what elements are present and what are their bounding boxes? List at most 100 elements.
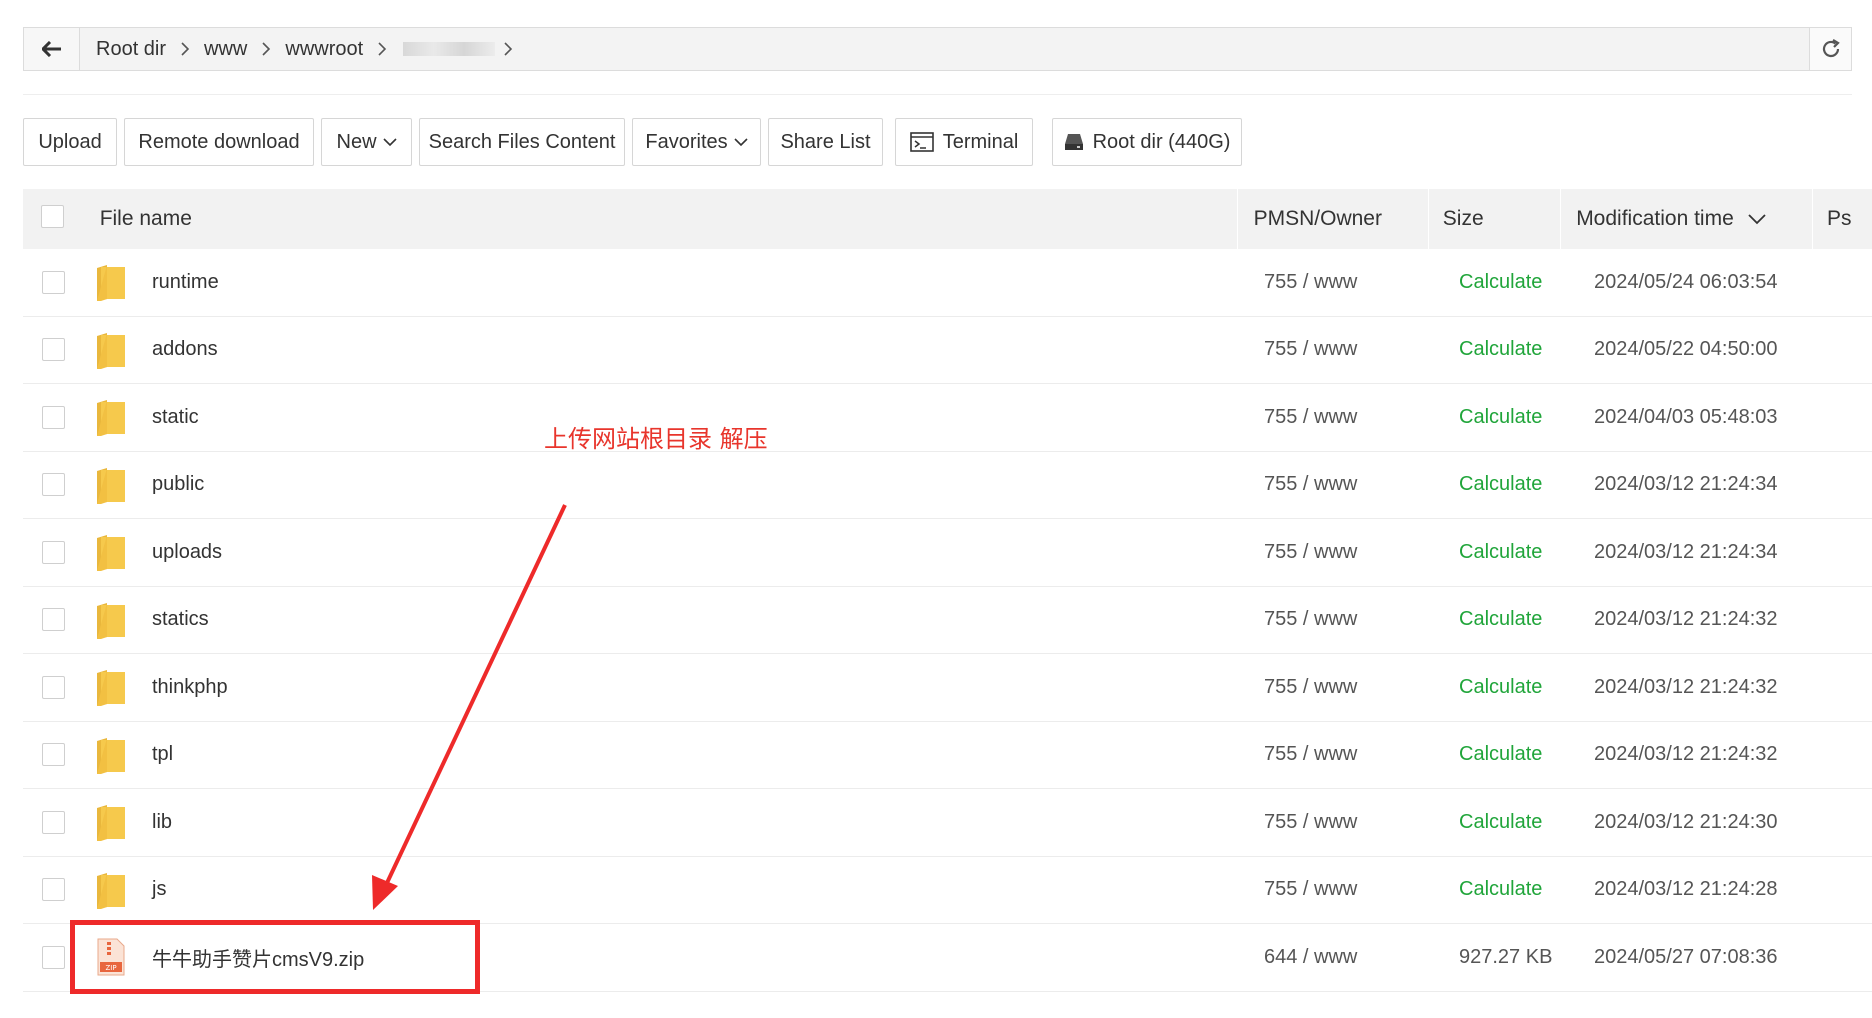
permission-owner[interactable]: 755 / www bbox=[1264, 811, 1459, 834]
chevron-down-icon bbox=[382, 137, 397, 147]
header-size[interactable]: Size bbox=[1429, 189, 1562, 249]
calculate-size-link[interactable]: Calculate bbox=[1459, 541, 1594, 564]
table-row[interactable]: js 755 / www Calculate 2024/03/12 21:24:28 bbox=[23, 857, 1872, 924]
file-name[interactable]: js bbox=[133, 878, 1264, 901]
table-row[interactable]: runtime 755 / www Calculate 2024/05/24 06:0… bbox=[23, 249, 1872, 317]
modification-time: 2024/05/22 04:50:00 bbox=[1594, 338, 1778, 361]
table-row[interactable]: lib 755 / www Calculate 2024/03/12 21:24:30 bbox=[23, 789, 1872, 857]
row-checkbox-cell bbox=[23, 743, 84, 767]
favorites-button[interactable]: Favorites bbox=[632, 118, 761, 166]
select-all-checkbox[interactable] bbox=[41, 204, 65, 228]
crumb-redacted[interactable] bbox=[403, 42, 496, 56]
address-bar: Root dir www wwwroot bbox=[23, 27, 1852, 71]
row-checkbox-cell bbox=[23, 878, 84, 902]
row-checkbox-cell bbox=[23, 473, 84, 497]
modification-time: 2024/05/27 07:08:36 bbox=[1594, 945, 1778, 968]
row-checkbox-cell bbox=[23, 675, 84, 699]
table-row[interactable]: statics 755 / www Calculate 2024/03/12 21:2… bbox=[23, 587, 1872, 654]
folder-icon bbox=[88, 736, 133, 774]
chevron-right-icon bbox=[172, 42, 198, 56]
table-header: File name PMSN/Owner Size Modification t… bbox=[23, 189, 1872, 249]
row-checkbox[interactable] bbox=[42, 473, 65, 497]
row-checkbox[interactable] bbox=[42, 540, 65, 564]
folder-icon bbox=[88, 601, 133, 639]
permission-owner[interactable]: 644 / www bbox=[1264, 946, 1459, 969]
permission-owner[interactable]: 755 / www bbox=[1264, 406, 1459, 429]
remote-download-button[interactable]: Remote download bbox=[124, 118, 314, 166]
row-checkbox[interactable] bbox=[42, 338, 65, 362]
table-row[interactable]: addons 755 / www Calculate 2024/05/22 04:50… bbox=[23, 317, 1872, 384]
select-all-cell bbox=[23, 189, 83, 249]
modification-time: 2024/03/12 21:24:34 bbox=[1594, 540, 1778, 563]
modification-time: 2024/03/12 21:24:28 bbox=[1594, 878, 1778, 901]
row-checkbox[interactable] bbox=[42, 405, 65, 429]
file-name[interactable]: runtime bbox=[133, 271, 1264, 294]
file-name[interactable]: tpl bbox=[133, 743, 1264, 766]
calculate-size-link[interactable]: Calculate bbox=[1459, 338, 1594, 361]
table-row[interactable]: tpl 755 / www Calculate 2024/03/12 21:24:32 bbox=[23, 722, 1872, 789]
calculate-size-link[interactable]: Calculate bbox=[1459, 608, 1594, 631]
chevron-right-icon bbox=[369, 42, 395, 56]
row-checkbox[interactable] bbox=[42, 743, 65, 767]
back-button[interactable] bbox=[24, 28, 80, 70]
terminal-icon bbox=[909, 132, 934, 152]
permission-owner[interactable]: 755 / www bbox=[1264, 541, 1459, 564]
calculate-size-link[interactable]: Calculate bbox=[1459, 473, 1594, 496]
row-checkbox[interactable] bbox=[42, 810, 65, 834]
table-row[interactable]: thinkphp 755 / www Calculate 2024/03/12 21:… bbox=[23, 654, 1872, 722]
permission-owner[interactable]: 755 / www bbox=[1264, 878, 1459, 901]
divider bbox=[23, 94, 1852, 95]
table-row[interactable]: uploads 755 / www Calculate 2024/03/12 21:2… bbox=[23, 519, 1872, 587]
calculate-size-link[interactable]: Calculate bbox=[1459, 743, 1594, 766]
header-mtime[interactable]: Modification time bbox=[1561, 189, 1813, 249]
calculate-size-link[interactable]: Calculate bbox=[1459, 878, 1594, 901]
table-row[interactable]: static 755 / www Calculate 2024/04/03 05:48… bbox=[23, 384, 1872, 452]
row-checkbox[interactable] bbox=[42, 675, 65, 699]
calculate-size-link[interactable]: Calculate bbox=[1459, 406, 1594, 429]
breadcrumb: Root dir www wwwroot bbox=[80, 28, 1809, 70]
modification-time: 2024/03/12 21:24:30 bbox=[1594, 810, 1778, 833]
row-checkbox[interactable] bbox=[42, 270, 65, 294]
modification-time: 2024/03/12 21:24:32 bbox=[1594, 608, 1778, 631]
permission-owner[interactable]: 755 / www bbox=[1264, 743, 1459, 766]
crumb-wwwroot[interactable]: wwwroot bbox=[279, 38, 369, 61]
refresh-button[interactable] bbox=[1809, 28, 1851, 70]
row-checkbox[interactable] bbox=[42, 945, 65, 969]
annotation-highlight-box bbox=[70, 920, 480, 994]
permission-owner[interactable]: 755 / www bbox=[1264, 338, 1459, 361]
row-checkbox[interactable] bbox=[42, 608, 65, 632]
permission-owner[interactable]: 755 / www bbox=[1264, 608, 1459, 631]
permission-owner[interactable]: 755 / www bbox=[1264, 271, 1459, 294]
modification-time: 2024/04/03 05:48:03 bbox=[1594, 405, 1778, 428]
permission-owner[interactable]: 755 / www bbox=[1264, 676, 1459, 699]
folder-icon bbox=[88, 803, 133, 842]
new-button[interactable]: New bbox=[321, 118, 412, 166]
terminal-button[interactable]: Terminal bbox=[895, 118, 1033, 166]
share-list-button[interactable]: Share List bbox=[768, 118, 883, 166]
crumb-root[interactable]: Root dir bbox=[90, 38, 172, 61]
table-row[interactable]: public 755 / www Calculate 2024/03/12 21:24… bbox=[23, 452, 1872, 519]
root-dir-button[interactable]: Root dir (440G) bbox=[1052, 118, 1242, 166]
file-name[interactable]: public bbox=[133, 473, 1264, 496]
search-files-content-button[interactable]: Search Files Content bbox=[419, 118, 625, 166]
file-name[interactable]: uploads bbox=[133, 541, 1264, 564]
upload-button[interactable]: Upload bbox=[23, 118, 117, 166]
chevron-down-icon bbox=[1748, 213, 1766, 225]
file-list: runtime 755 / www Calculate 2024/05/24 06:0… bbox=[23, 249, 1872, 992]
calculate-size-link[interactable]: Calculate bbox=[1459, 271, 1594, 294]
file-name[interactable]: lib bbox=[133, 811, 1264, 834]
file-name[interactable]: addons bbox=[133, 338, 1264, 361]
file-size: 927.27 KB bbox=[1459, 945, 1553, 968]
header-ps[interactable]: Ps bbox=[1813, 189, 1872, 249]
permission-owner[interactable]: 755 / www bbox=[1264, 473, 1459, 496]
header-file-name[interactable]: File name bbox=[83, 189, 1238, 249]
file-name[interactable]: thinkphp bbox=[133, 676, 1264, 699]
modification-time: 2024/03/12 21:24:32 bbox=[1594, 743, 1778, 766]
crumb-www[interactable]: www bbox=[198, 38, 253, 61]
calculate-size-link[interactable]: Calculate bbox=[1459, 811, 1594, 834]
row-checkbox[interactable] bbox=[42, 878, 65, 902]
file-name[interactable]: statics bbox=[133, 608, 1264, 631]
calculate-size-link[interactable]: Calculate bbox=[1459, 676, 1594, 699]
modification-time: 2024/03/12 21:24:34 bbox=[1594, 473, 1778, 496]
header-owner[interactable]: PMSN/Owner bbox=[1238, 189, 1429, 249]
